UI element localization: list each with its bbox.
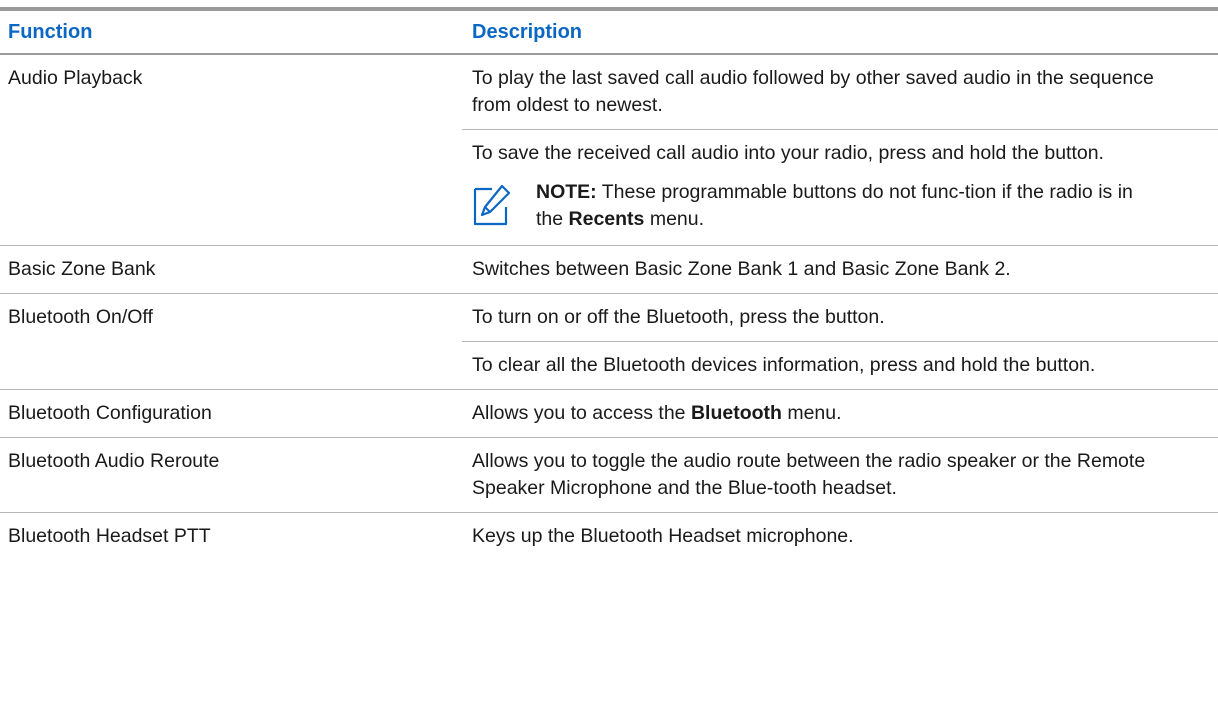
description-text: To save the received call audio into you… bbox=[472, 142, 1104, 164]
table-row: Bluetooth Configuration Allows you to ac… bbox=[0, 389, 1218, 438]
document-page: Function Description Audio Playback To p… bbox=[0, 0, 1218, 715]
function-cell: Bluetooth Configuration bbox=[0, 389, 462, 438]
header-description: Description bbox=[462, 9, 1218, 55]
description-cell: To clear all the Bluetooth devices infor… bbox=[462, 341, 1218, 390]
table-row: Bluetooth On/Off To turn on or off the B… bbox=[0, 293, 1218, 390]
function-table: Function Description Audio Playback To p… bbox=[0, 7, 1218, 560]
table-row: Audio Playback To play the last saved ca… bbox=[0, 54, 1218, 246]
description-emphasis: Bluetooth bbox=[690, 402, 782, 424]
note-pencil-icon bbox=[473, 184, 511, 226]
note-box: NOTE: These programmable buttons do not … bbox=[472, 179, 1158, 235]
description-text-before: Allows you to access the bbox=[472, 402, 691, 424]
function-cell: Bluetooth Audio Reroute bbox=[0, 437, 462, 513]
note-label: NOTE: bbox=[536, 181, 597, 203]
description-cell: To save the received call audio into you… bbox=[462, 129, 1218, 246]
table-header-row: Function Description bbox=[0, 9, 1218, 55]
table-row: Bluetooth Headset PTT Keys up the Blueto… bbox=[0, 513, 1218, 561]
description-cell: Keys up the Bluetooth Headset microphone… bbox=[472, 525, 854, 547]
note-text-after: menu. bbox=[644, 208, 705, 230]
description-cell: To play the last saved call audio follow… bbox=[462, 54, 1218, 130]
table-row: Bluetooth Audio Reroute Allows you to to… bbox=[0, 437, 1218, 513]
function-cell: Audio Playback bbox=[0, 54, 462, 246]
description-cell: Allows you to access the Bluetooth menu. bbox=[462, 389, 1218, 438]
description-text-after: menu. bbox=[781, 402, 842, 424]
description-cell: Switches between Basic Zone Bank 1 and B… bbox=[462, 245, 1218, 294]
function-cell: Bluetooth Headset PTT bbox=[8, 525, 211, 547]
note-text: NOTE: These programmable buttons do not … bbox=[536, 179, 1158, 233]
function-cell: Basic Zone Bank bbox=[0, 245, 462, 294]
note-emphasis: Recents bbox=[568, 208, 645, 230]
description-cell: To turn on or off the Bluetooth, press t… bbox=[462, 293, 1218, 342]
header-function: Function bbox=[0, 9, 462, 55]
description-cell: Allows you to toggle the audio route bet… bbox=[462, 437, 1218, 513]
table-row: Basic Zone Bank Switches between Basic Z… bbox=[0, 245, 1218, 294]
function-cell: Bluetooth On/Off bbox=[0, 293, 462, 390]
